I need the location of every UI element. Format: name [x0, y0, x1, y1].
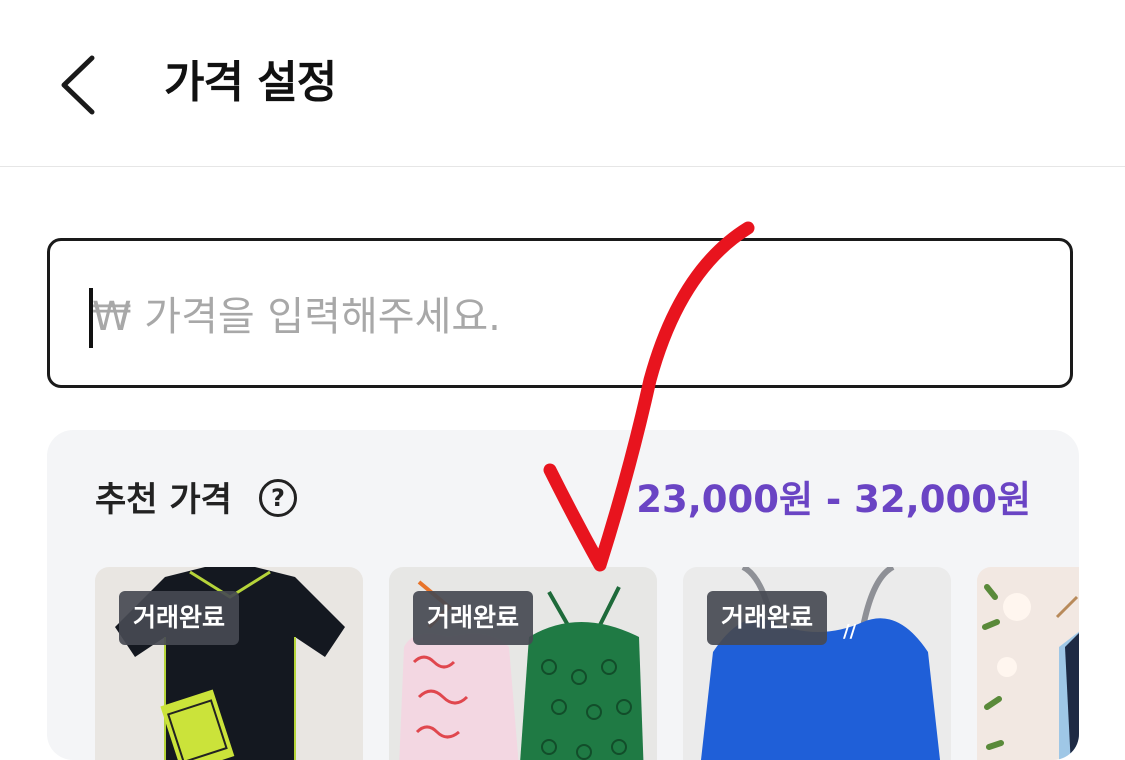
svg-text://: //: [843, 621, 857, 642]
similar-item-card[interactable]: // 거래완료: [683, 567, 951, 760]
question-circle-icon[interactable]: ?: [259, 479, 297, 517]
recommended-price-title: 추천 가격: [95, 480, 232, 520]
sold-badge: 거래완료: [119, 591, 240, 645]
sold-badge: 거래완료: [707, 591, 828, 645]
recommended-price-range: 23,000원 - 32,000원: [636, 478, 1031, 521]
back-button[interactable]: [52, 50, 112, 120]
chevron-left-icon: [61, 55, 95, 115]
header-divider: [0, 166, 1125, 167]
similar-items-list: 거래완료 거래완료 // 거래완료: [95, 567, 1079, 760]
price-input-box[interactable]: [47, 238, 1073, 388]
page-title: 가격 설정: [164, 57, 337, 108]
similar-item-card[interactable]: 거래완료: [389, 567, 657, 760]
recommended-price-panel: 추천 가격 ? 23,000원 - 32,000원 거래완료 거래완료 // 거…: [47, 430, 1079, 760]
similar-item-card[interactable]: 거래완료: [95, 567, 363, 760]
sold-badge: 거래완료: [413, 591, 534, 645]
price-input[interactable]: [92, 285, 1032, 349]
header: 가격 설정: [0, 0, 1125, 166]
similar-item-card[interactable]: [977, 567, 1079, 760]
product-image: [977, 567, 1079, 760]
